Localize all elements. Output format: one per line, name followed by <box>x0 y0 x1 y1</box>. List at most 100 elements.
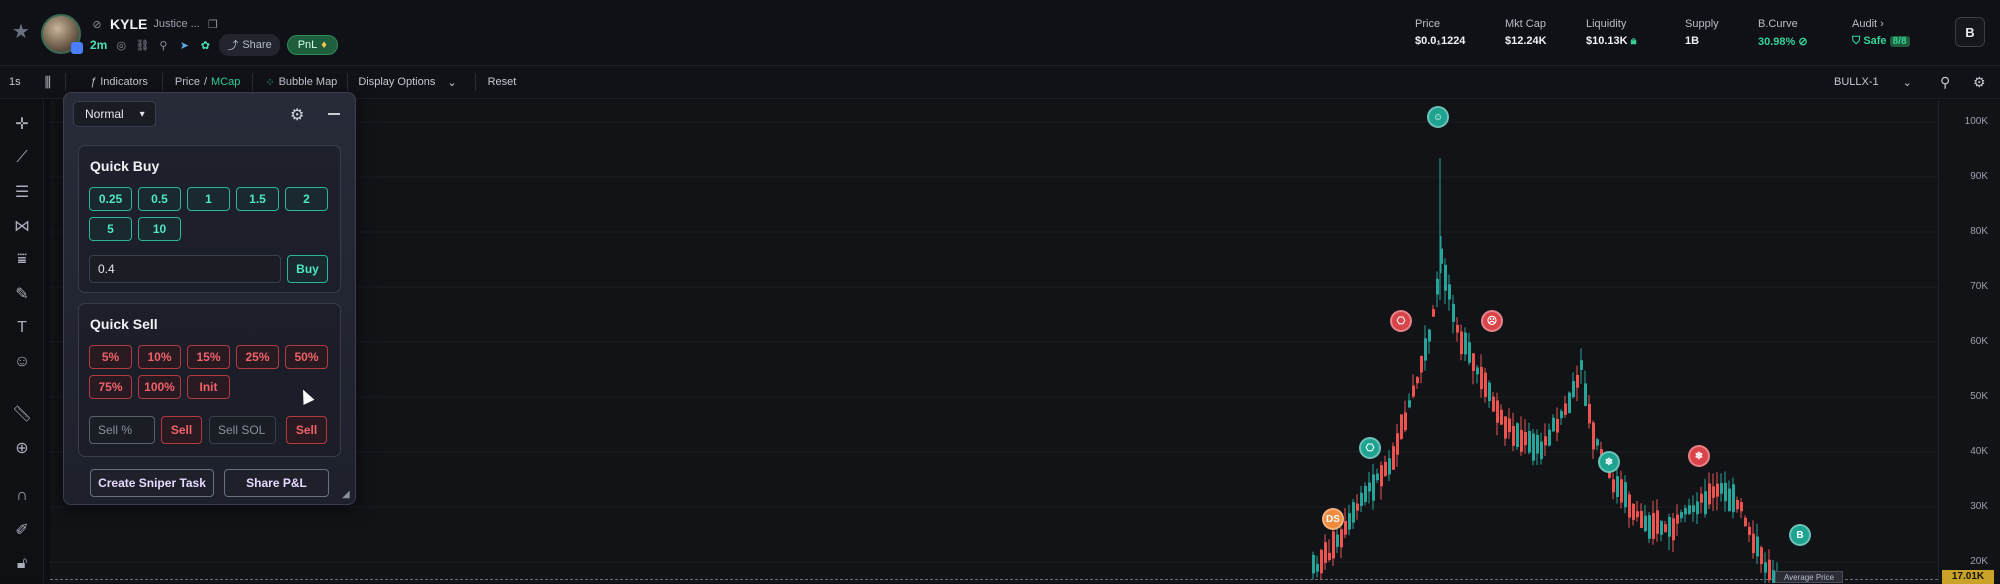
lock-icon[interactable]: 🔓︎ <box>10 552 34 576</box>
candle-body <box>1324 542 1327 563</box>
quick-sell-percent-button[interactable]: 10% <box>138 345 181 369</box>
sell-percent-button[interactable]: Sell <box>161 416 202 444</box>
pnl-button[interactable]: PnL ♦ <box>286 35 338 55</box>
ruler-icon[interactable]: 📏︎ <box>10 402 34 426</box>
platform-selector[interactable]: BULLX-1 ⌄ <box>1834 76 1912 89</box>
candle-body <box>1572 380 1575 398</box>
chart-marker-gamepad-icon[interactable]: ⎔ <box>1359 437 1381 459</box>
copy-icon[interactable]: ❐ <box>206 17 220 31</box>
buy-button[interactable]: Buy <box>287 255 328 283</box>
candle-body <box>1364 486 1367 503</box>
bubble-map-button[interactable]: ⁘ Bubble Map <box>265 76 337 89</box>
telegram-icon[interactable]: ➤ <box>177 38 191 52</box>
fib-icon[interactable]: ⩸ <box>10 248 34 272</box>
text-tool-icon[interactable]: T <box>10 316 34 340</box>
pump-icon[interactable]: ✿ <box>198 38 212 52</box>
chart-marker-face-icon[interactable]: ☹ <box>1481 310 1503 332</box>
settings-gear-icon[interactable]: ⚙ <box>1973 74 1986 91</box>
candle-body <box>1388 458 1391 475</box>
stat-audit[interactable]: Audit › ⛉ Safe 8/8 <box>1852 18 1910 48</box>
zoom-search-icon[interactable]: ⚲ <box>1940 74 1950 91</box>
stat-price: Price $0.0₁1224 <box>1415 18 1465 47</box>
interval-selector[interactable]: 1s <box>9 76 21 88</box>
quick-trade-panel[interactable]: Normal ▾ ⚙ Quick Buy 0.25 0.5 1 1.5 2 5 … <box>63 92 356 505</box>
reset-button[interactable]: Reset <box>488 76 517 88</box>
crosshair-icon[interactable]: ✛ <box>10 112 34 136</box>
stat-mkt-cap-label: Mkt Cap <box>1505 18 1546 30</box>
chart-marker-snowflake-icon[interactable]: ❄ <box>1598 451 1620 473</box>
quick-buy-amount-button[interactable]: 2 <box>285 187 328 211</box>
stat-audit-label-wrap: Audit › <box>1852 18 1910 30</box>
link-icon[interactable]: ⛓ <box>135 38 149 52</box>
resize-handle-icon[interactable]: ◢ <box>342 489 350 500</box>
chart-marker-emoji-icon[interactable]: ☺ <box>1427 106 1449 128</box>
candle-body <box>1548 429 1551 446</box>
minimize-icon[interactable] <box>328 113 340 115</box>
quick-sell-percent-button[interactable]: 25% <box>236 345 279 369</box>
quick-buy-amount-button[interactable]: 10 <box>138 217 181 241</box>
quick-sell-percent-button[interactable]: 5% <box>89 345 132 369</box>
sell-percent-input[interactable]: Sell % <box>89 416 155 444</box>
share-button[interactable]: ⤴ Share <box>219 34 280 56</box>
candle-body <box>1612 479 1615 493</box>
candle-body <box>1460 331 1463 355</box>
candle-body <box>1624 482 1627 508</box>
buy-amount-input[interactable]: 0.4 <box>89 255 281 283</box>
quick-buy-amount-button[interactable]: 1 <box>187 187 230 211</box>
create-sniper-task-button[interactable]: Create Sniper Task <box>90 469 214 497</box>
candle-body <box>1464 332 1467 355</box>
twitter-history-icon[interactable]: ◎ <box>114 38 128 52</box>
share-pnl-button[interactable]: Share P&L <box>224 469 329 497</box>
horizontal-lines-icon[interactable]: ☰ <box>10 180 34 204</box>
display-options-dropdown[interactable]: Display Options ⌄ <box>358 76 456 89</box>
token-age: 2m <box>90 38 108 52</box>
y-tick: 70K <box>1970 281 1988 292</box>
quick-sell-percent-button[interactable]: 50% <box>285 345 328 369</box>
candle-body <box>1552 417 1555 432</box>
quick-buy-amount-button[interactable]: 5 <box>89 217 132 241</box>
candle-body <box>1360 492 1363 506</box>
quick-buy-amount-button[interactable]: 0.25 <box>89 187 132 211</box>
chart-marker-ds[interactable]: DS <box>1322 508 1344 530</box>
favorite-star-icon[interactable]: ★ <box>12 22 32 42</box>
quick-sell-percent-button[interactable]: 100% <box>138 375 181 399</box>
sell-sol-input[interactable]: Sell SOL <box>209 416 276 444</box>
emoji-icon[interactable]: ☺ <box>10 350 34 374</box>
quick-sell-percent-button[interactable]: 75% <box>89 375 132 399</box>
chart-marker-snowflake-icon[interactable]: ❄ <box>1688 445 1710 467</box>
trend-line-icon[interactable]: ⟋ <box>10 146 34 170</box>
candle-body <box>1668 516 1671 537</box>
indicators-button[interactable]: ƒ Indicators <box>90 76 148 88</box>
candle-body <box>1652 512 1655 539</box>
candle-body <box>1712 486 1715 498</box>
price-mcap-toggle[interactable]: Price / MCap <box>175 76 240 88</box>
account-button[interactable]: B <box>1955 17 1985 47</box>
candle-body <box>1320 549 1323 574</box>
search-icon[interactable]: ⚲ <box>156 38 170 52</box>
candle-body <box>1516 423 1519 447</box>
zoom-in-icon[interactable]: ⊕ <box>10 436 34 460</box>
candle-body <box>1380 465 1383 487</box>
lock-drawing-icon[interactable]: ✐ <box>10 518 34 542</box>
candle-body <box>1660 521 1663 535</box>
quick-buy-amount-button[interactable]: 0.5 <box>138 187 181 211</box>
candle-body <box>1408 400 1411 408</box>
brush-icon[interactable]: ✎ <box>10 282 34 306</box>
sell-sol-button[interactable]: Sell <box>286 416 327 444</box>
verified-icon: ⊘ <box>92 18 102 31</box>
y-tick: 60K <box>1970 336 1988 347</box>
magnet-icon[interactable]: ∩ <box>10 484 34 508</box>
chart-marker-b[interactable]: B <box>1789 524 1811 546</box>
price-toggle-label: Price <box>174 76 200 88</box>
mode-dropdown[interactable]: Normal ▾ <box>73 101 156 127</box>
pnl-label: PnL <box>297 39 318 51</box>
candle-type-icon[interactable]: ⫼ <box>45 74 51 91</box>
token-meta-line: 2m ◎ ⛓ ⚲ ➤ ✿ ⤴ Share PnL ♦ <box>90 34 338 56</box>
candle-body <box>1724 482 1727 502</box>
pattern-icon[interactable]: ⋈ <box>10 214 34 238</box>
quick-buy-amount-button[interactable]: 1.5 <box>236 187 279 211</box>
panel-settings-gear-icon[interactable]: ⚙ <box>290 105 304 125</box>
chart-marker-gamepad-icon[interactable]: ⎔ <box>1390 310 1412 332</box>
quick-sell-percent-button[interactable]: 15% <box>187 345 230 369</box>
quick-sell-init-button[interactable]: Init <box>187 375 230 399</box>
